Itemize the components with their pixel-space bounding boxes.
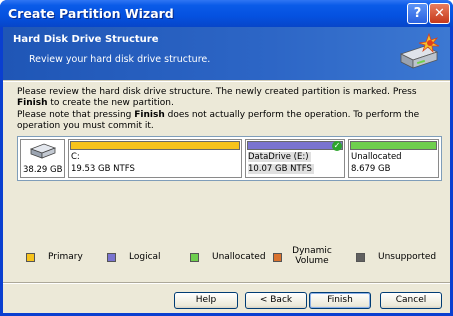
unsupported-swatch-icon: [356, 253, 365, 262]
partition-fs: NTFS: [113, 164, 135, 174]
close-button[interactable]: ✕: [429, 3, 450, 24]
legend-label: Primary: [48, 252, 83, 262]
finish-button[interactable]: Finish: [309, 292, 371, 309]
wizard-header: Hard Disk Drive Structure Review your ha…: [3, 27, 450, 80]
back-button[interactable]: < Back: [245, 292, 307, 309]
check-icon: ✓: [332, 141, 342, 151]
hard-disk-wizard-icon: [399, 32, 440, 69]
partition-name: C:: [71, 152, 80, 162]
partition-bar: [350, 141, 437, 150]
page-subtitle: Review your hard disk drive structure.: [29, 54, 211, 65]
partition-name: DataDrive (E:): [248, 152, 311, 162]
legend-label: Logical: [129, 252, 161, 262]
partition-size: 19.53 GB: [71, 164, 111, 174]
header-divider: [3, 80, 450, 82]
partition-fs: NTFS: [290, 164, 312, 174]
partition-bar: [70, 141, 240, 150]
page-title: Hard Disk Drive Structure: [13, 34, 159, 45]
partition-info: 10.07 GB NTFS: [248, 164, 314, 174]
logical-swatch-icon: [107, 253, 116, 262]
unallocated-swatch-icon: [190, 253, 199, 262]
instruction-text: to create the new partition.: [47, 98, 174, 109]
wizard-body: Hard Disk Drive Structure Review your ha…: [3, 27, 450, 313]
wizard-window: Create Partition Wizard ? ✕ Hard Disk Dr…: [0, 0, 453, 316]
title-bar[interactable]: Create Partition Wizard ? ✕: [0, 0, 453, 27]
partition-c[interactable]: C: 19.53 GB NTFS: [68, 139, 242, 178]
instruction-bold: Finish: [134, 109, 165, 120]
legend-label: Unsupported: [378, 252, 437, 262]
hard-disk-icon: [30, 143, 56, 159]
legend-label: Unallocated: [212, 252, 266, 262]
partition-unallocated[interactable]: Unallocated 8.679 GB: [348, 139, 439, 178]
dynamic-volume-swatch-icon: [273, 253, 282, 262]
instructions-text: Please review the hard disk drive struct…: [17, 87, 442, 132]
footer-divider: [3, 282, 450, 284]
instruction-text: Please review the hard disk drive struct…: [17, 87, 417, 97]
partition-name: Unallocated: [351, 152, 402, 162]
window-title: Create Partition Wizard: [8, 6, 174, 21]
partition-info: 8.679 GB: [351, 164, 390, 174]
partition-size: 10.07 GB: [248, 164, 288, 174]
help-title-button[interactable]: ?: [407, 3, 428, 24]
primary-swatch-icon: [26, 253, 35, 262]
cancel-button[interactable]: Cancel: [380, 292, 442, 309]
partition-bar: [247, 141, 343, 150]
partition-size: 8.679 GB: [351, 164, 391, 174]
instruction-bold: Finish: [17, 98, 48, 109]
disk-size: 38.29 GB: [23, 165, 63, 175]
help-button[interactable]: Help: [174, 292, 238, 309]
legend-label: Dynamic Volume: [292, 246, 332, 266]
disk-structure-panel: 38.29 GB C: 19.53 GB NTFS ✓ DataDrive (E…: [17, 136, 442, 181]
instruction-text: Please note that pressing: [17, 109, 135, 120]
disk-item[interactable]: 38.29 GB: [20, 139, 65, 178]
partition-info: 19.53 GB NTFS: [71, 164, 135, 174]
partition-datadrive[interactable]: ✓ DataDrive (E:) 10.07 GB NTFS: [245, 139, 345, 178]
partition-legend: Primary Logical Unallocated Dynamic Volu…: [3, 246, 450, 273]
